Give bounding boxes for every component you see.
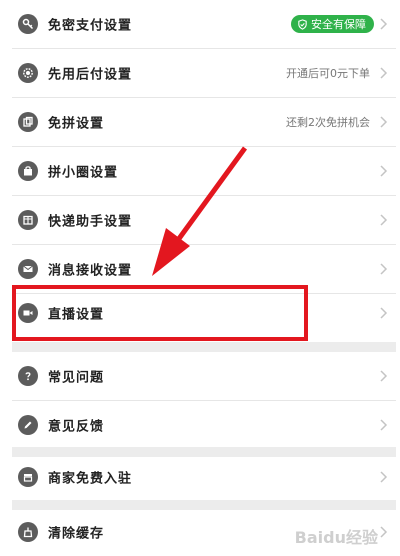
annotation-arrow [152,146,248,276]
watermark: Baidu经验 [294,528,378,547]
